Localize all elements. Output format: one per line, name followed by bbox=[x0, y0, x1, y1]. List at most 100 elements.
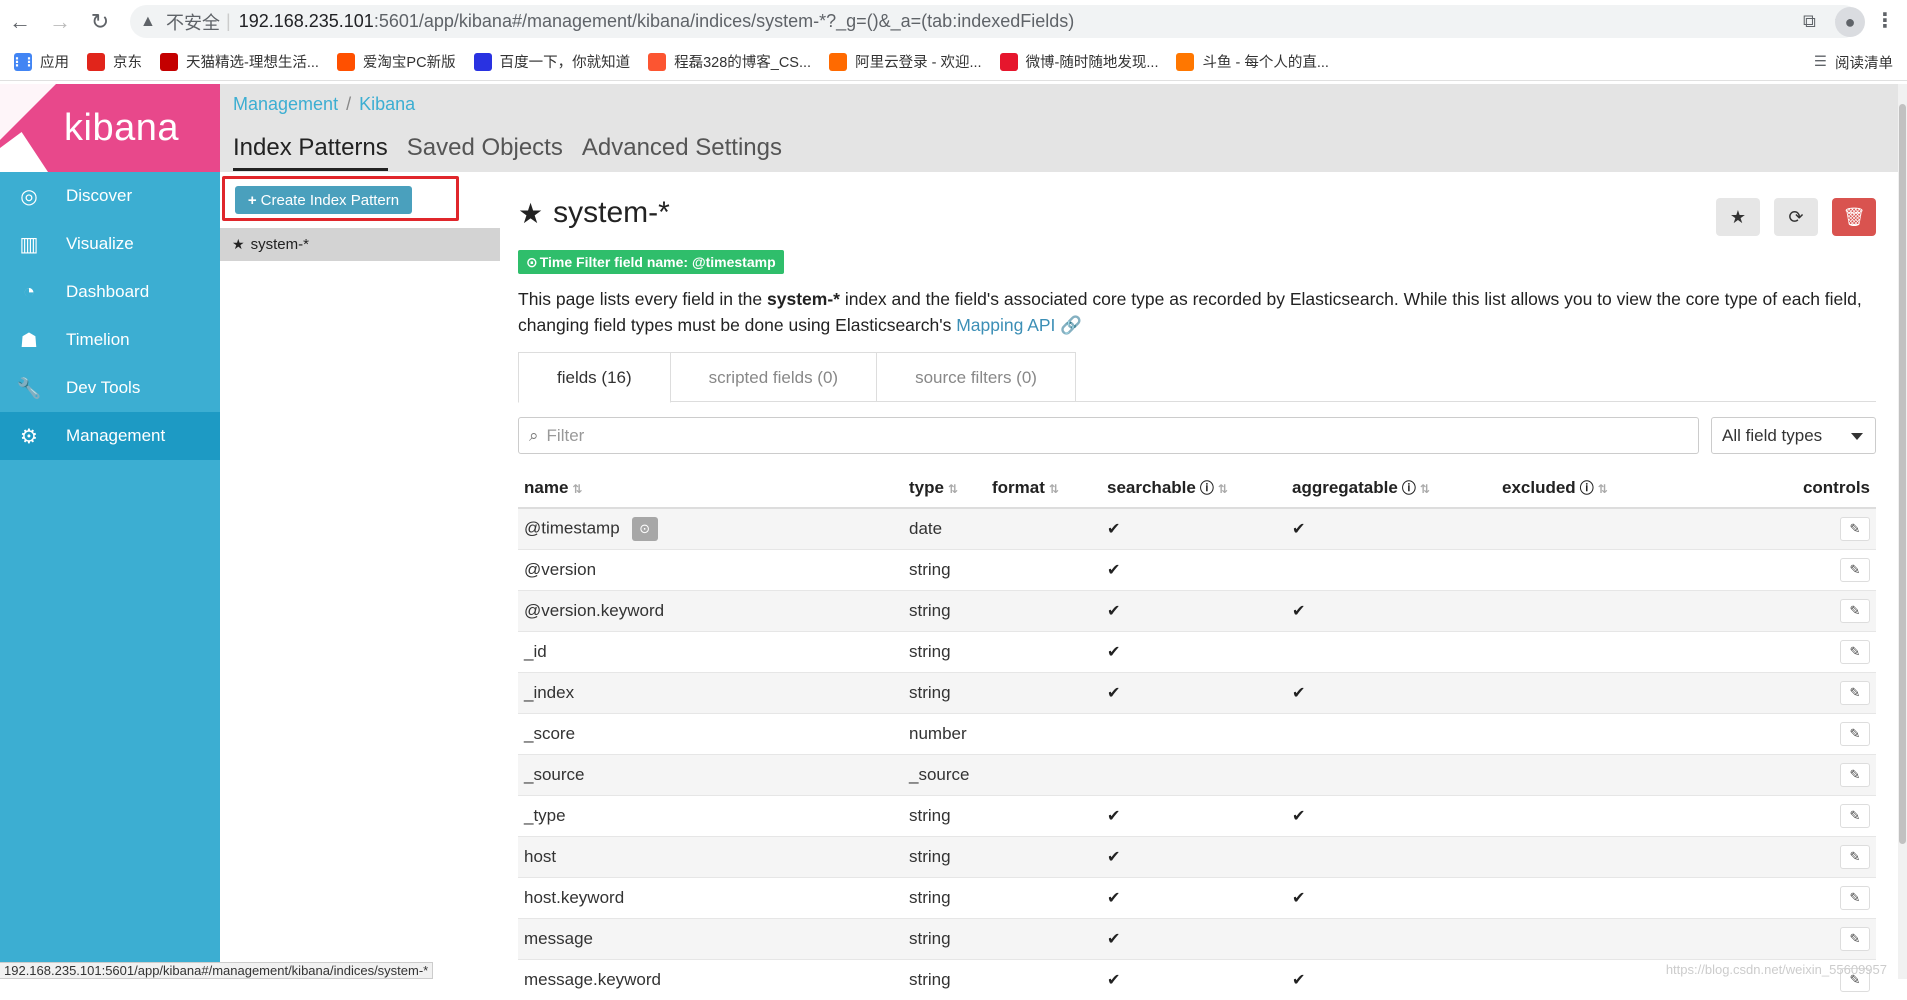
reload-icon[interactable]: ↻ bbox=[80, 2, 120, 42]
field-excluded-cell bbox=[1496, 672, 1696, 713]
omnibox-divider: | bbox=[226, 11, 231, 32]
field-type: _source bbox=[909, 765, 969, 784]
field-type: string bbox=[909, 601, 951, 620]
field-tabs: fields (16) scripted fields (0) source f… bbox=[518, 352, 1876, 402]
field-excluded-cell bbox=[1496, 590, 1696, 631]
refresh-fields-button[interactable]: ⟳ bbox=[1774, 198, 1818, 236]
field-controls-cell: ✎ bbox=[1696, 836, 1876, 877]
column-header-aggregatable[interactable]: aggregatableⓘ⇅ bbox=[1286, 468, 1496, 508]
page-scrollbar[interactable] bbox=[1898, 84, 1907, 979]
tab-scripted-fields[interactable]: scripted fields (0) bbox=[670, 352, 877, 402]
edit-field-button[interactable]: ✎ bbox=[1840, 804, 1870, 828]
field-name: @version.keyword bbox=[524, 601, 664, 620]
forward-arrow-icon[interactable]: → bbox=[40, 2, 80, 42]
field-name-cell: @version bbox=[518, 549, 903, 590]
edit-field-button[interactable]: ✎ bbox=[1840, 722, 1870, 746]
field-name: _type bbox=[524, 806, 566, 825]
field-controls-cell: ✎ bbox=[1696, 877, 1876, 918]
field-aggregatable-cell: ✔ bbox=[1286, 590, 1496, 631]
checkmark-icon: ✔ bbox=[1107, 972, 1120, 989]
bookmark-label: 程磊328的博客_CS... bbox=[674, 51, 811, 72]
field-aggregatable-cell bbox=[1286, 836, 1496, 877]
set-default-button[interactable]: ★ bbox=[1716, 198, 1760, 236]
edit-field-button[interactable]: ✎ bbox=[1840, 763, 1870, 787]
edit-field-button[interactable]: ✎ bbox=[1840, 681, 1870, 705]
edit-field-button[interactable]: ✎ bbox=[1840, 640, 1870, 664]
field-name-cell: host bbox=[518, 836, 903, 877]
bookmark-label: 爱淘宝PC新版 bbox=[363, 51, 456, 72]
table-row: @timestamp⊙date✔✔✎ bbox=[518, 508, 1876, 549]
edit-field-button[interactable]: ✎ bbox=[1840, 927, 1870, 951]
sidebar-item-discover[interactable]: ◎Discover bbox=[0, 172, 220, 220]
column-header-searchable[interactable]: searchableⓘ⇅ bbox=[1101, 468, 1286, 508]
breadcrumb-management[interactable]: Management bbox=[233, 94, 338, 114]
sidebar-item-visualize[interactable]: ▥Visualize bbox=[0, 220, 220, 268]
field-type: string bbox=[909, 806, 951, 825]
field-controls-cell: ✎ bbox=[1696, 672, 1876, 713]
tab-fields[interactable]: fields (16) bbox=[518, 352, 671, 403]
profile-avatar-icon[interactable]: ● bbox=[1835, 7, 1865, 37]
bookmark-item[interactable]: 程磊328的博客_CS... bbox=[648, 51, 811, 72]
sidebar-item-dev-tools[interactable]: 🔧Dev Tools bbox=[0, 364, 220, 412]
field-name-cell: _index bbox=[518, 672, 903, 713]
info-icon: ⓘ bbox=[1402, 480, 1416, 496]
field-controls-cell: ✎ bbox=[1696, 918, 1876, 959]
field-aggregatable-cell bbox=[1286, 754, 1496, 795]
browser-menu-icon[interactable]: ⋮ bbox=[1875, 8, 1895, 33]
edit-field-button[interactable]: ✎ bbox=[1840, 599, 1870, 623]
table-row: host.keywordstring✔✔✎ bbox=[518, 877, 1876, 918]
field-format-cell bbox=[986, 877, 1101, 918]
index-pattern-list-pane: + Create Index Pattern ★ system-* bbox=[220, 172, 500, 979]
tab-index-patterns[interactable]: Index Patterns bbox=[233, 134, 388, 171]
table-row: _typestring✔✔✎ bbox=[518, 795, 1876, 836]
field-format-cell bbox=[986, 959, 1101, 1000]
edit-field-button[interactable]: ✎ bbox=[1840, 558, 1870, 582]
field-type: string bbox=[909, 929, 951, 948]
column-header-name[interactable]: name⇅ bbox=[518, 468, 903, 508]
sidebar-item-dashboard[interactable]: ◔Dashboard bbox=[0, 268, 220, 316]
bookmark-item[interactable]: 斗鱼 - 每个人的直... bbox=[1176, 51, 1328, 72]
tab-source-filters[interactable]: source filters (0) bbox=[876, 352, 1076, 402]
create-index-pattern-button[interactable]: + Create Index Pattern bbox=[235, 186, 412, 214]
bookmark-item[interactable]: 京东 bbox=[87, 51, 142, 72]
tab-advanced-settings[interactable]: Advanced Settings bbox=[582, 134, 782, 171]
translate-icon[interactable]: ⧉ bbox=[1803, 11, 1816, 32]
delete-index-pattern-button[interactable]: 🗑 bbox=[1832, 198, 1876, 236]
bookmark-item[interactable]: 阿里云登录 - 欢迎... bbox=[829, 51, 981, 72]
table-row: _indexstring✔✔✎ bbox=[518, 672, 1876, 713]
edit-field-button[interactable]: ✎ bbox=[1840, 845, 1870, 869]
checkmark-icon: ✔ bbox=[1292, 890, 1305, 907]
bookmark-item[interactable]: 天猫精选-理想生活... bbox=[160, 51, 319, 72]
douyu-icon bbox=[1176, 53, 1194, 71]
bookmark-item[interactable]: 微博-随时随地发现... bbox=[1000, 51, 1159, 72]
kibana-sidebar: kibana ◎Discover▥Visualize◔Dashboard☗Tim… bbox=[0, 84, 220, 979]
edit-field-button[interactable]: ✎ bbox=[1840, 517, 1870, 541]
column-header-type[interactable]: type⇅ bbox=[903, 468, 986, 508]
index-pattern-item[interactable]: ★ system-* bbox=[220, 228, 500, 261]
sidebar-item-management[interactable]: ⚙Management bbox=[0, 412, 220, 460]
status-bar-url: 192.168.235.101:5601/app/kibana#/managem… bbox=[0, 962, 433, 979]
mapping-api-link[interactable]: Mapping API bbox=[956, 315, 1055, 335]
filter-input[interactable]: ⌕ Filter bbox=[518, 417, 1699, 454]
breadcrumb-kibana[interactable]: Kibana bbox=[359, 94, 415, 114]
kibana-logo[interactable]: kibana bbox=[0, 84, 220, 172]
checkmark-icon: ✔ bbox=[1107, 685, 1120, 702]
column-header-format[interactable]: format⇅ bbox=[986, 468, 1101, 508]
field-searchable-cell: ✔ bbox=[1101, 590, 1286, 631]
bookmark-item[interactable]: 爱淘宝PC新版 bbox=[337, 51, 456, 72]
back-arrow-icon[interactable]: ← bbox=[0, 2, 40, 42]
edit-field-button[interactable]: ✎ bbox=[1840, 886, 1870, 910]
sidebar-item-timelion[interactable]: ☗Timelion bbox=[0, 316, 220, 364]
tab-saved-objects[interactable]: Saved Objects bbox=[407, 134, 563, 171]
field-type-select[interactable]: All field types bbox=[1711, 417, 1876, 454]
star-icon: ★ bbox=[1730, 207, 1746, 228]
bookmark-item[interactable]: 百度一下，你就知道 bbox=[474, 51, 631, 72]
table-row: @versionstring✔✎ bbox=[518, 549, 1876, 590]
checkmark-icon: ✔ bbox=[1292, 521, 1305, 538]
compass-icon: ◎ bbox=[16, 183, 42, 209]
scrollbar-thumb[interactable] bbox=[1899, 104, 1906, 844]
bookmark-item[interactable]: ⋮⋮应用 bbox=[14, 51, 69, 72]
reading-list-button[interactable]: ☰阅读清单 bbox=[1814, 43, 1893, 81]
column-header-excluded[interactable]: excludedⓘ⇅ bbox=[1496, 468, 1696, 508]
address-bar[interactable]: ▲ 不安全 | 192.168.235.101:5601/app/kibana#… bbox=[130, 5, 1860, 38]
